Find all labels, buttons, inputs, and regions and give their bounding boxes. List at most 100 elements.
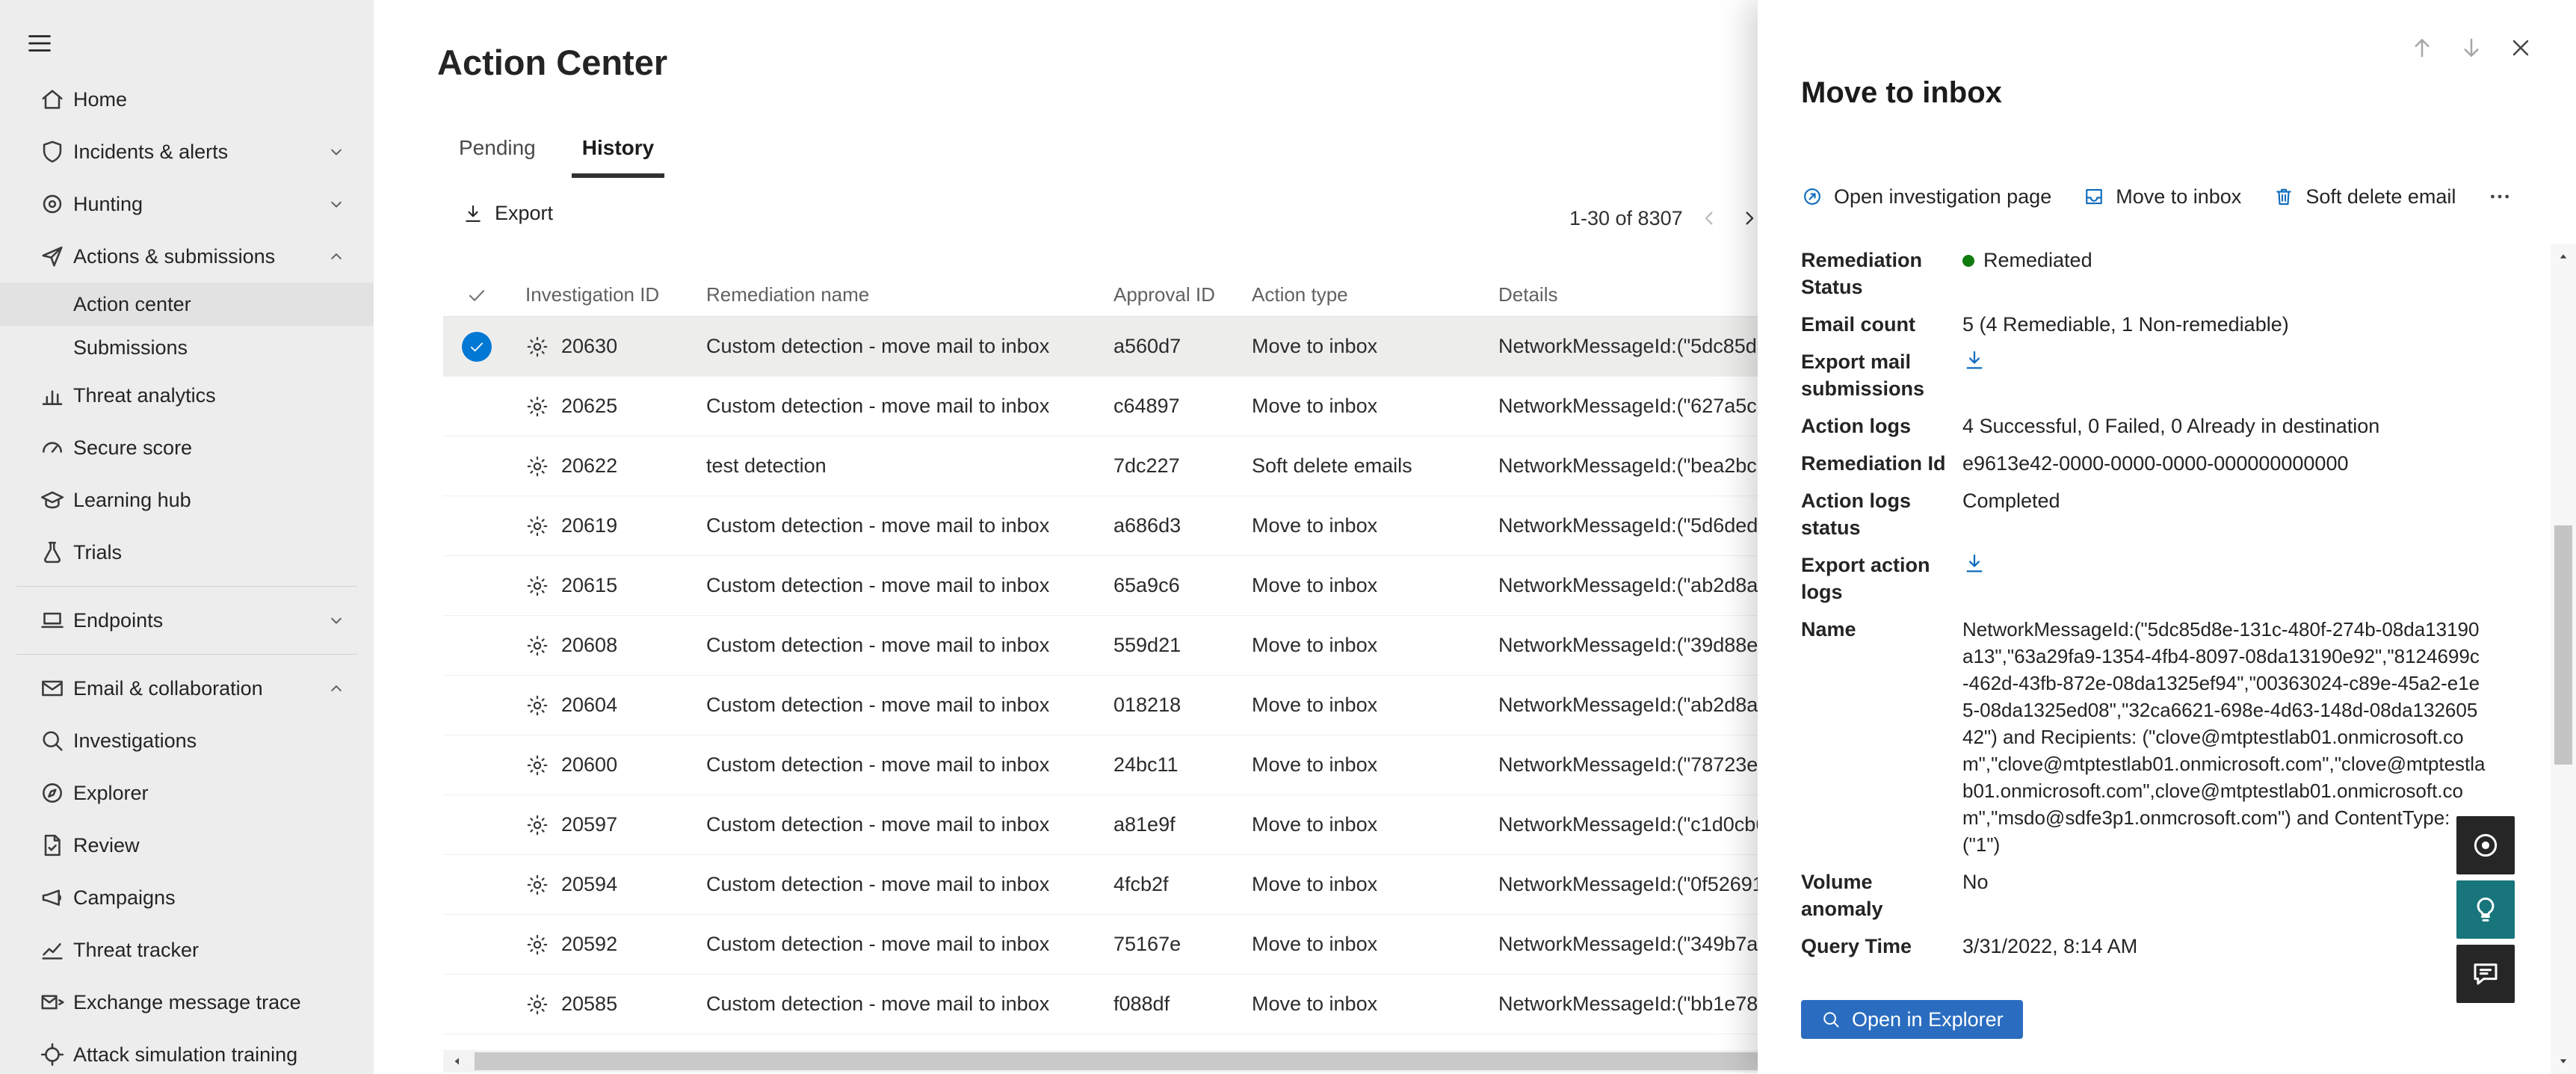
panel-field-query-time: Query Time3/31/2022, 8:14 AM	[1801, 933, 2504, 960]
sidebar-item-label: Learning hub	[73, 489, 347, 512]
column-header-remediation-name[interactable]: Remediation name	[691, 283, 1099, 306]
panel-field-name: NameNetworkMessageId:("5dc85d8e-131c-480…	[1801, 616, 2504, 858]
sidebar-item-secure-score[interactable]: Secure score	[0, 422, 374, 474]
sidebar-item-label: Threat analytics	[73, 384, 347, 407]
float-button-feedback[interactable]	[2456, 945, 2515, 1003]
sidebar-item-label: Campaigns	[73, 886, 347, 910]
sidebar-item-attack-simulation-training[interactable]: Attack simulation training	[0, 1028, 374, 1074]
remediation-name: Custom detection - move mail to inbox	[691, 873, 1099, 896]
export-button[interactable]: Export	[462, 202, 553, 225]
sidebar-item-label: Attack simulation training	[73, 1043, 347, 1067]
investigation-id: 20600	[561, 753, 617, 777]
sidebar-item-email-collaboration[interactable]: Email & collaboration	[0, 662, 374, 715]
sidebar-item-incidents-alerts[interactable]: Incidents & alerts	[0, 126, 374, 178]
open-investigation-page-button[interactable]: Open investigation page	[1801, 185, 2051, 209]
float-button-tips[interactable]	[2456, 880, 2515, 939]
float-button-support[interactable]	[2456, 816, 2515, 874]
investigation-id: 20608	[561, 634, 617, 657]
investigation-id: 20619	[561, 514, 617, 537]
open-in-explorer-button[interactable]: Open in Explorer	[1801, 1000, 2023, 1039]
investigation-gear-icon	[525, 873, 549, 897]
field-value: e9613e42-0000-0000-0000-000000000000	[1962, 450, 2486, 477]
remediation-name: Custom detection - move mail to inbox	[691, 574, 1099, 597]
app-root: Home Incidents & alerts HuntingActions & s…	[0, 0, 2576, 1074]
sidebar-item-label: Endpoints	[73, 609, 317, 632]
investigation-gear-icon	[525, 395, 549, 419]
panel-scrollbar-thumb[interactable]	[2554, 525, 2572, 765]
sidebar-item-label: Submissions	[73, 336, 347, 359]
remediation-name: Custom detection - move mail to inbox	[691, 395, 1099, 418]
chevron-down-icon	[326, 194, 347, 215]
download-icon[interactable]	[1962, 348, 1986, 372]
field-value: 5 (4 Remediable, 1 Non-remediable)	[1962, 311, 2486, 338]
sidebar-item-learning-hub[interactable]: Learning hub	[0, 474, 374, 526]
page-info: 1-30 of 8307	[1569, 207, 1683, 230]
more-icon	[2487, 184, 2512, 209]
move-to-inbox-button[interactable]: Move to inbox	[2083, 185, 2241, 209]
sidebar-item-explorer[interactable]: Explorer	[0, 767, 374, 819]
action-type: Move to inbox	[1237, 694, 1483, 717]
previous-page-button[interactable]	[1698, 206, 1722, 230]
panel-field-action-logs: Action logs4 Successful, 0 Failed, 0 Alr…	[1801, 413, 2504, 439]
field-label: Volume anomaly	[1801, 868, 1950, 922]
sidebar-item-label: Investigations	[73, 729, 347, 753]
attack-sim-icon	[39, 1041, 66, 1068]
next-page-button[interactable]	[1737, 206, 1761, 230]
endpoints-icon	[39, 607, 66, 634]
sidebar-item-label: Action center	[73, 293, 347, 316]
tab-history[interactable]: History	[572, 127, 664, 178]
panel-field-export-mail-submissions: Export mail submissions	[1801, 348, 2504, 402]
investigation-id: 20625	[561, 395, 617, 418]
selected-check-icon	[462, 332, 492, 362]
scroll-left-icon[interactable]	[448, 1052, 466, 1070]
select-all-checkbox[interactable]	[443, 284, 510, 306]
sidebar-item-label: Incidents & alerts	[73, 141, 317, 164]
soft-delete-email-button[interactable]: Soft delete email	[2273, 185, 2456, 209]
sidebar-item-threat-tracker[interactable]: Threat tracker	[0, 924, 374, 976]
scroll-down-icon[interactable]	[2555, 1053, 2572, 1070]
trace-icon	[39, 989, 66, 1016]
column-header-approval-id[interactable]: Approval ID	[1099, 283, 1237, 306]
horizontal-scrollbar-thumb[interactable]	[475, 1052, 1790, 1070]
sidebar-item-label: Home	[73, 88, 347, 111]
action-type: Move to inbox	[1237, 574, 1483, 597]
sidebar-item-threat-analytics[interactable]: Threat analytics	[0, 369, 374, 422]
sidebar-item-hunting[interactable]: Hunting	[0, 178, 374, 230]
scroll-up-icon[interactable]	[2555, 248, 2572, 265]
sidebar-item-submissions[interactable]: Submissions	[0, 326, 374, 369]
action-type: Soft delete emails	[1237, 454, 1483, 478]
investigation-gear-icon	[525, 514, 549, 538]
actions-icon	[39, 243, 66, 270]
panel-scrollbar[interactable]	[2551, 244, 2576, 1074]
sidebar-item-investigations[interactable]: Investigations	[0, 715, 374, 767]
next-item-button[interactable]	[2458, 34, 2485, 61]
previous-item-button[interactable]	[2409, 34, 2436, 61]
sidebar-item-label: Trials	[73, 541, 347, 564]
tab-pending[interactable]: Pending	[448, 127, 546, 178]
hamburger-menu-button[interactable]	[25, 27, 58, 60]
sidebar-item-actions-submissions[interactable]: Actions & submissions	[0, 230, 374, 283]
sidebar-item-home[interactable]: Home	[0, 73, 374, 126]
action-type: Move to inbox	[1237, 993, 1483, 1016]
sidebar-item-label: Secure score	[73, 436, 347, 460]
explorer-search-icon	[1820, 1009, 1841, 1030]
sidebar-item-trials[interactable]: Trials	[0, 526, 374, 578]
status-dot	[1962, 255, 1974, 267]
sidebar-item-review[interactable]: Review	[0, 819, 374, 871]
sidebar-item-action-center[interactable]: Action center	[0, 283, 374, 326]
sidebar-item-exchange-message-trace[interactable]: Exchange message trace	[0, 976, 374, 1028]
column-header-investigation-id[interactable]: Investigation ID	[510, 283, 691, 306]
close-panel-button[interactable]	[2507, 34, 2534, 61]
more-actions-button[interactable]	[2487, 184, 2512, 209]
sidebar-item-endpoints[interactable]: Endpoints	[0, 594, 374, 646]
column-header-action-type[interactable]: Action type	[1237, 283, 1483, 306]
panel-field-action-logs-status: Action logs statusCompleted	[1801, 487, 2504, 541]
sidebar-item-campaigns[interactable]: Campaigns	[0, 871, 374, 924]
export-download-icon	[462, 203, 484, 225]
download-icon[interactable]	[1962, 552, 1986, 575]
field-value: 4 Successful, 0 Failed, 0 Already in des…	[1962, 413, 2486, 439]
investigation-id: 20594	[561, 873, 617, 896]
investigation-id: 20597	[561, 813, 617, 836]
panel-fields: Remediation StatusRemediatedEmail count5…	[1801, 247, 2504, 970]
row-checkbox[interactable]	[443, 332, 510, 362]
